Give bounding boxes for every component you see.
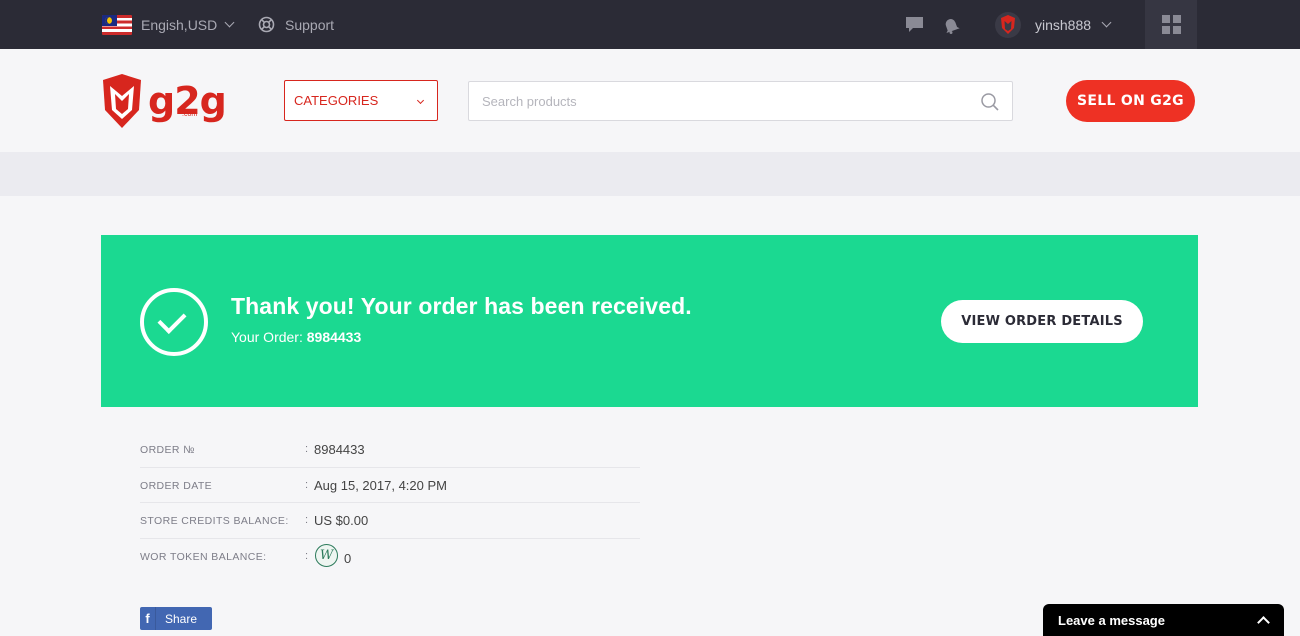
g2g-logo[interactable]: g2g .com	[100, 71, 240, 131]
detail-separator: :	[305, 549, 309, 562]
wor-token-icon: W	[315, 543, 338, 567]
search-icon[interactable]	[980, 92, 1000, 112]
sell-on-g2g-button[interactable]: SELL ON G2G	[1066, 80, 1195, 122]
detail-row-order-number: ORDER № : 8984433	[140, 432, 640, 468]
detail-value: US $0.00	[314, 513, 369, 528]
view-order-details-button[interactable]: VIEW ORDER DETAILS	[941, 300, 1143, 343]
order-number: 8984433	[306, 329, 362, 345]
detail-row-store-credits: STORE CREDITS BALANCE: : US $0.00	[140, 503, 640, 539]
bell-icon	[945, 18, 960, 34]
chat-bubble-icon	[906, 17, 923, 32]
support-label: Support	[285, 16, 335, 33]
language-currency-label: Engish,USD	[141, 16, 218, 33]
categories-dropdown[interactable]: CATEGORIES	[284, 80, 438, 121]
banner-zigzag-edge	[101, 398, 1198, 406]
apps-grid-button[interactable]	[1145, 0, 1197, 49]
detail-label: STORE CREDITS BALANCE:	[140, 515, 289, 527]
order-label: Your Order:	[231, 329, 303, 345]
chat-label: Leave a message	[1058, 612, 1165, 628]
order-number-line: Your Order: 8984433	[231, 329, 361, 345]
breadcrumb-band	[0, 152, 1300, 196]
detail-row-order-date: ORDER DATE : Aug 15, 2017, 4:20 PM	[140, 468, 640, 503]
order-confirmation-banner: Thank you! Your order has been received.…	[101, 235, 1198, 407]
facebook-share-button[interactable]: f Share	[140, 607, 212, 630]
leave-message-chat-widget[interactable]: Leave a message	[1043, 604, 1284, 636]
check-circle-icon	[140, 288, 208, 356]
malaysia-flag-icon	[102, 14, 132, 35]
chevron-up-icon	[1257, 616, 1270, 629]
detail-separator: :	[305, 443, 309, 455]
support-link[interactable]: Support	[258, 0, 334, 49]
top-bar: Engish,USD Support yinsh888	[0, 0, 1300, 49]
search-input[interactable]	[469, 82, 949, 120]
grid-icon	[1161, 15, 1181, 34]
chevron-down-icon	[1101, 17, 1112, 28]
detail-label: ORDER DATE	[140, 479, 213, 492]
detail-value: 0	[344, 550, 352, 566]
logo-domain: .com	[182, 111, 198, 118]
share-label: Share	[165, 611, 198, 626]
detail-value: Aug 15, 2017, 4:20 PM	[314, 477, 447, 493]
site-header: g2g .com CATEGORIES SELL ON G2G	[0, 49, 1300, 152]
detail-value: 8984433	[314, 442, 365, 457]
order-details-table: ORDER № : 8984433 ORDER DATE : Aug 15, 2…	[140, 432, 640, 574]
messages-button[interactable]	[905, 0, 924, 49]
detail-row-wor-token: WOR TOKEN BALANCE: : W 0	[140, 539, 640, 575]
user-avatar-icon	[995, 11, 1021, 38]
confirmation-heading: Thank you! Your order has been received.	[231, 293, 692, 319]
search-box	[468, 81, 1013, 121]
username-label: yinsh888	[1035, 16, 1092, 33]
facebook-icon: f	[140, 607, 156, 630]
detail-label: ORDER №	[140, 444, 195, 456]
lifebuoy-icon	[258, 16, 275, 33]
detail-separator: :	[305, 514, 309, 526]
user-menu[interactable]: yinsh888	[995, 0, 1112, 49]
notifications-button[interactable]	[942, 0, 960, 49]
language-currency-selector[interactable]: Engish,USD	[102, 0, 235, 49]
detail-separator: :	[305, 478, 309, 491]
shield-logo-icon	[103, 74, 141, 128]
chevron-down-icon	[224, 17, 235, 28]
detail-label: WOR TOKEN BALANCE:	[140, 550, 267, 563]
chevron-down-icon	[416, 96, 425, 105]
categories-label: CATEGORIES	[294, 93, 379, 108]
